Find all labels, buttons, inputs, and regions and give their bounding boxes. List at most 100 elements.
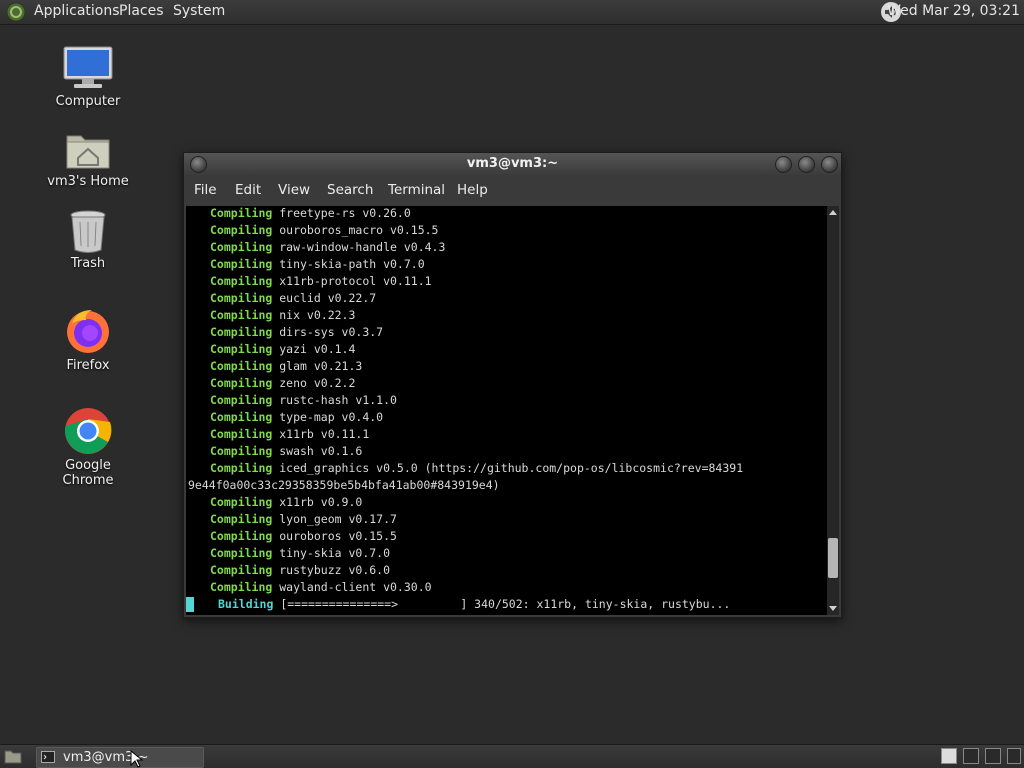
mate-menu-icon[interactable] — [6, 2, 26, 22]
terminal-line-text: zeno v0.2.2 — [272, 376, 356, 390]
menu-terminal[interactable]: Terminal — [388, 182, 445, 198]
terminal-line-text: glam v0.21.3 — [272, 359, 363, 373]
workspace-3[interactable] — [985, 748, 1001, 764]
window-titlebar[interactable]: vm3@vm3:~ — [184, 153, 841, 175]
compiling-keyword: Compiling — [210, 410, 273, 424]
terminal-line-text: ouroboros_macro v0.15.5 — [272, 223, 439, 237]
terminal-line-text: lyon_geom v0.17.7 — [272, 512, 397, 526]
firefox-icon — [67, 310, 109, 353]
terminal-line: Compiling glam v0.21.3 — [210, 358, 362, 375]
terminal-line: Compiling ouroboros_macro v0.15.5 — [210, 222, 438, 239]
compiling-keyword: Compiling — [210, 393, 273, 407]
terminal-line: Compiling x11rb v0.11.1 — [210, 426, 369, 443]
terminal-line: Compiling yazi v0.1.4 — [210, 341, 355, 358]
window-menu-button[interactable] — [190, 156, 207, 173]
terminal-line-text: ouroboros v0.15.5 — [272, 529, 397, 543]
terminal-line-text: wayland-client v0.30.0 — [272, 580, 432, 594]
menu-view[interactable]: View — [278, 182, 310, 198]
terminal-line-text: nix v0.22.3 — [272, 308, 356, 322]
terminal-line: Compiling dirs-sys v0.3.7 — [210, 324, 383, 341]
terminal-line: Compiling freetype-rs v0.26.0 — [210, 206, 411, 222]
build-progress-text: [===============> ] 340/502: x11rb, tiny… — [273, 597, 731, 611]
compiling-keyword: Compiling — [210, 512, 273, 526]
terminal-line-text: swash v0.1.6 — [272, 444, 363, 458]
system-menu[interactable]: System — [173, 3, 225, 20]
terminal-line-text: x11rb-protocol v0.11.1 — [272, 274, 432, 288]
terminal-line: Compiling tiny-skia v0.7.0 — [210, 545, 390, 562]
terminal-line-text: euclid v0.22.7 — [272, 291, 377, 305]
taskbar-terminal-button[interactable]: vm3@vm3:~ — [36, 747, 204, 768]
terminal-window[interactable]: vm3@vm3:~ File Edit View Search Terminal… — [183, 152, 842, 618]
compiling-keyword: Compiling — [210, 325, 273, 339]
menu-file[interactable]: File — [194, 182, 217, 198]
minimize-button[interactable] — [775, 156, 792, 173]
terminal-line-text: yazi v0.1.4 — [272, 342, 356, 356]
workspace-2[interactable] — [963, 748, 979, 764]
terminal-line-text: freetype-rs v0.26.0 — [272, 206, 411, 220]
desktop-icon-chrome[interactable]: Google Chrome — [38, 406, 138, 488]
compiling-keyword: Compiling — [210, 291, 273, 305]
menu-search[interactable]: Search — [327, 182, 373, 198]
desktop-icon-home[interactable]: vm3's Home — [38, 128, 138, 189]
desktop-icon-computer[interactable]: Computer — [38, 44, 138, 109]
terminal-cursor — [186, 597, 194, 612]
close-button[interactable] — [821, 156, 838, 173]
build-progress-line: Building [===============> ] 340/502: x1… — [218, 596, 730, 613]
compiling-keyword: Compiling — [210, 444, 273, 458]
terminal-line: Compiling lyon_geom v0.17.7 — [210, 511, 397, 528]
terminal-line-text: type-map v0.4.0 — [272, 410, 384, 424]
terminal-line-text: tiny-skia v0.7.0 — [272, 546, 391, 560]
terminal-line: Compiling euclid v0.22.7 — [210, 290, 376, 307]
menu-help[interactable]: Help — [457, 182, 488, 198]
terminal-line: Compiling rustc-hash v1.1.0 — [210, 392, 397, 409]
terminal-icon — [41, 751, 55, 763]
terminal-line: Compiling raw-window-handle v0.4.3 — [210, 239, 445, 256]
compiling-keyword: Compiling — [210, 274, 273, 288]
compiling-keyword: Compiling — [210, 495, 273, 509]
desktop-icon-label: Computer — [55, 94, 121, 109]
compiling-keyword: Compiling — [210, 461, 273, 475]
scroll-up-arrow-icon[interactable] — [829, 210, 837, 215]
computer-icon — [63, 46, 113, 88]
workspace-1[interactable] — [941, 748, 957, 764]
bottom-panel: vm3@vm3:~ — [0, 744, 1024, 768]
terminal-line-text: tiny-skia-path v0.7.0 — [272, 257, 425, 271]
terminal-menubar: File Edit View Search Terminal Help — [184, 176, 841, 205]
compiling-keyword: Compiling — [210, 546, 273, 560]
menu-edit[interactable]: Edit — [235, 182, 261, 198]
terminal-line: Compiling ouroboros v0.15.5 — [210, 528, 397, 545]
scrollbar-thumb[interactable] — [828, 538, 838, 579]
desktop-icon-label: vm3's Home — [47, 174, 129, 189]
terminal-line-text: rustc-hash v1.1.0 — [272, 393, 397, 407]
terminal-line-text: raw-window-handle v0.4.3 — [272, 240, 446, 254]
terminal-line-text: dirs-sys v0.3.7 — [272, 325, 384, 339]
workspace-4[interactable] — [1007, 748, 1021, 764]
show-desktop-icon[interactable] — [4, 748, 22, 764]
terminal-line: Compiling iced_graphics v0.5.0 (https://… — [210, 460, 743, 477]
trash-icon — [70, 210, 106, 253]
compiling-keyword: Compiling — [210, 240, 273, 254]
compiling-keyword: Compiling — [210, 257, 273, 271]
maximize-button[interactable] — [798, 156, 815, 173]
terminal-output[interactable]: Compiling freetype-rs v0.26.0 Compiling o… — [186, 206, 827, 615]
places-menu[interactable]: Places — [119, 3, 164, 20]
compiling-keyword: Compiling — [210, 308, 273, 322]
compiling-keyword: Compiling — [210, 529, 273, 543]
compiling-keyword: Compiling — [210, 359, 273, 373]
terminal-line: Compiling swash v0.1.6 — [210, 443, 362, 460]
applications-menu[interactable]: Applications — [34, 3, 120, 20]
clock[interactable]: Wed Mar 29, 03:21 — [887, 3, 1020, 20]
terminal-line-text: iced_graphics v0.5.0 (https://github.com… — [272, 461, 744, 475]
terminal-line-text: x11rb v0.9.0 — [272, 495, 363, 509]
desktop-icon-firefox[interactable]: Firefox — [38, 306, 138, 373]
terminal-line: Compiling nix v0.22.3 — [210, 307, 355, 324]
compiling-keyword: Compiling — [210, 342, 273, 356]
scroll-down-arrow-icon[interactable] — [829, 606, 837, 611]
compiling-keyword: Compiling — [210, 223, 273, 237]
terminal-line-text: 9e44f0a00c33c29358359be5b4bfa41ab00#8439… — [188, 478, 500, 492]
mouse-cursor-icon — [130, 750, 144, 768]
terminal-scrollbar[interactable] — [827, 206, 839, 615]
building-keyword: Building — [218, 597, 274, 611]
desktop-icon-label: Trash — [70, 256, 106, 271]
desktop-icon-trash[interactable]: Trash — [38, 208, 138, 271]
